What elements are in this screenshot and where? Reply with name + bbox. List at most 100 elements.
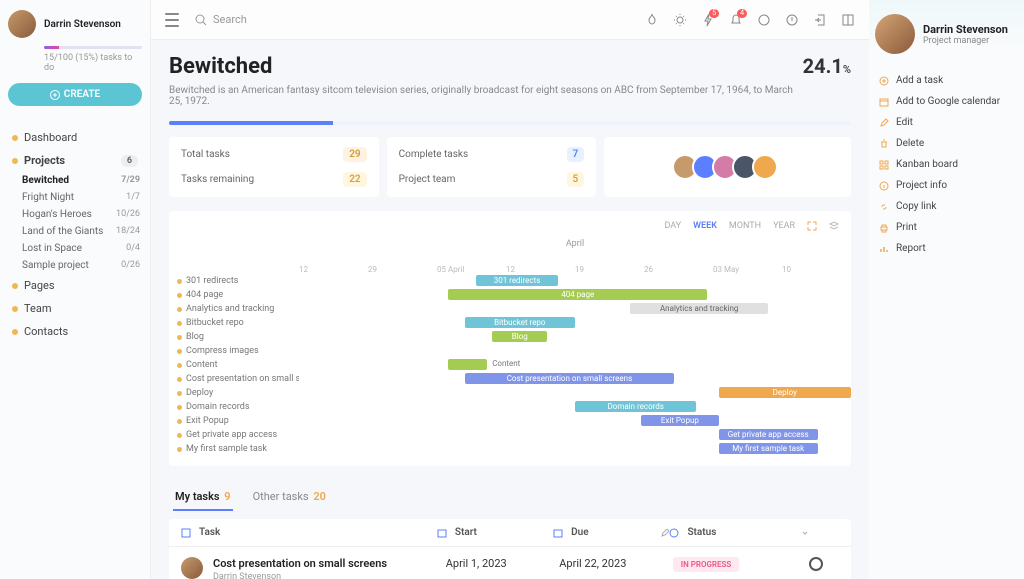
nav-dashboard[interactable]: Dashboard: [8, 126, 142, 149]
grid-icon: [879, 160, 889, 170]
stat-card-complete: Complete tasks7 Project team5: [387, 137, 597, 197]
gantt-bar[interactable]: My first sample task: [719, 443, 818, 454]
page-description: Bewitched is an American fantasy sitcom …: [169, 85, 803, 107]
nav-team[interactable]: Team: [8, 297, 142, 320]
sidebar: Darrin Stevenson 15/100 (15%) tasks to d…: [0, 0, 151, 579]
gantt-row[interactable]: BlogBlog: [169, 330, 851, 344]
gantt-bar[interactable]: Cost presentation on small screens: [465, 373, 675, 384]
gantt-row[interactable]: Domain recordsDomain records: [169, 400, 851, 414]
rp-menu-item[interactable]: Add a task: [875, 70, 1018, 91]
sidebar-project-item[interactable]: Land of the Giants18/24: [8, 223, 142, 240]
rp-menu-item[interactable]: Edit: [875, 112, 1018, 133]
rp-menu-item[interactable]: Report: [875, 238, 1018, 259]
expand-icon[interactable]: [807, 221, 817, 231]
task-row[interactable]: Cost presentation on small screens Darri…: [169, 547, 851, 579]
gantt-bar[interactable]: Analytics and tracking: [630, 303, 768, 314]
hamburger-icon[interactable]: [165, 13, 179, 27]
rp-menu-item[interactable]: Delete: [875, 133, 1018, 154]
completion-percent: 24.1%: [803, 54, 851, 78]
gantt-bar[interactable]: Blog: [492, 331, 547, 342]
rp-menu-item[interactable]: Project info: [875, 175, 1018, 196]
create-button[interactable]: CREATE: [8, 83, 142, 106]
scope-year[interactable]: YEAR: [773, 221, 795, 231]
print-icon: [879, 223, 889, 233]
flame-icon[interactable]: [645, 13, 659, 27]
gantt-row[interactable]: 404 page404 page: [169, 288, 851, 302]
gantt-bar[interactable]: Bitbucket repo: [465, 317, 575, 328]
chat-icon[interactable]: [757, 13, 771, 27]
scope-week[interactable]: WEEK: [693, 221, 717, 231]
gantt-row[interactable]: DeployDeploy: [169, 386, 851, 400]
search-icon: [195, 14, 207, 26]
spinner-icon: [669, 528, 679, 538]
task-author: Darrin Stevenson: [213, 572, 446, 579]
sidebar-project-item[interactable]: Sample project0/26: [8, 257, 142, 274]
col-start[interactable]: Start: [437, 527, 553, 538]
team-avatar[interactable]: [752, 154, 778, 180]
task-start: April 1, 2023: [446, 557, 560, 570]
tab-my-tasks[interactable]: My tasks 9: [173, 484, 233, 511]
gantt-bar[interactable]: Domain records: [575, 401, 696, 412]
panels-icon[interactable]: [841, 13, 855, 27]
complete-circle[interactable]: [809, 557, 823, 571]
gantt-row[interactable]: Cost presentation on small screensCost p…: [169, 372, 851, 386]
col-status[interactable]: Status: [669, 527, 809, 538]
gantt-bar[interactable]: Exit Popup: [641, 415, 718, 426]
tab-other-tasks[interactable]: Other tasks 20: [251, 484, 328, 511]
gantt-bar[interactable]: 404 page: [448, 289, 707, 300]
cal-icon: [879, 97, 889, 107]
topbar: Search 5 4: [151, 0, 869, 40]
nav-contacts[interactable]: Contacts: [8, 320, 142, 343]
right-panel: Darrin Stevenson Project manager Add a t…: [869, 0, 1024, 579]
gantt-row[interactable]: Get private app accessGet private app ac…: [169, 428, 851, 442]
calendar-icon: [437, 528, 447, 538]
rp-menu-item[interactable]: Add to Google calendar: [875, 91, 1018, 112]
sidebar-project-item[interactable]: Bewitched7/29: [8, 172, 142, 189]
profile-block[interactable]: Darrin Stevenson: [8, 10, 142, 38]
sidebar-project-item[interactable]: Fright Night1/7: [8, 189, 142, 206]
gantt-bar[interactable]: Deploy: [719, 387, 851, 398]
col-due[interactable]: Due: [553, 527, 669, 538]
gantt-row[interactable]: ContentContent: [169, 358, 851, 372]
sidebar-project-item[interactable]: Lost in Space0/4: [8, 240, 142, 257]
avatar: [875, 14, 915, 54]
gantt-row[interactable]: 301 redirects301 redirects: [169, 274, 851, 288]
sun-icon[interactable]: [673, 13, 687, 27]
status-pill: IN PROGRESS: [673, 557, 740, 572]
nav-projects[interactable]: Projects6: [8, 149, 142, 172]
calendar-icon: [553, 528, 563, 538]
gantt-row[interactable]: Bitbucket repoBitbucket repo: [169, 316, 851, 330]
gantt-bar[interactable]: Get private app access: [719, 429, 818, 440]
chart-icon: [879, 244, 889, 254]
gantt-bar[interactable]: 301 redirects: [476, 275, 559, 286]
page-title: Bewitched: [169, 54, 803, 79]
bell-icon[interactable]: 4: [729, 13, 743, 27]
rp-menu-item[interactable]: Copy link: [875, 196, 1018, 217]
gantt-row[interactable]: My first sample taskMy first sample task: [169, 442, 851, 456]
layers-icon[interactable]: [829, 221, 839, 231]
chevron-down-icon[interactable]: [801, 529, 809, 537]
rp-menu-item[interactable]: Print: [875, 217, 1018, 238]
scope-day[interactable]: DAY: [664, 221, 681, 231]
nav-pages[interactable]: Pages: [8, 274, 142, 297]
avatar: [181, 557, 203, 579]
rp-menu-item[interactable]: Kanban board: [875, 154, 1018, 175]
gantt-row[interactable]: Analytics and trackingAnalytics and trac…: [169, 302, 851, 316]
sidebar-project-item[interactable]: Hogan's Heroes10/26: [8, 206, 142, 223]
gantt-row[interactable]: Compress images: [169, 344, 851, 358]
gantt-row[interactable]: Exit PopupExit Popup: [169, 414, 851, 428]
profile-progress: [44, 46, 142, 49]
pencil-icon[interactable]: [661, 529, 669, 537]
search-input[interactable]: Search: [195, 13, 247, 26]
help-icon[interactable]: [785, 13, 799, 27]
lightning-icon[interactable]: 5: [701, 13, 715, 27]
link-icon: [879, 202, 889, 212]
completion-bar: [169, 121, 851, 125]
logout-icon[interactable]: [813, 13, 827, 27]
stat-card-tasks: Total tasks29 Tasks remaining22: [169, 137, 379, 197]
scope-month[interactable]: MONTH: [729, 221, 761, 231]
gantt-bar[interactable]: [448, 359, 487, 370]
rp-profile[interactable]: Darrin Stevenson Project manager: [875, 14, 1018, 54]
trash-icon: [879, 139, 889, 149]
col-task[interactable]: Task: [181, 527, 437, 538]
